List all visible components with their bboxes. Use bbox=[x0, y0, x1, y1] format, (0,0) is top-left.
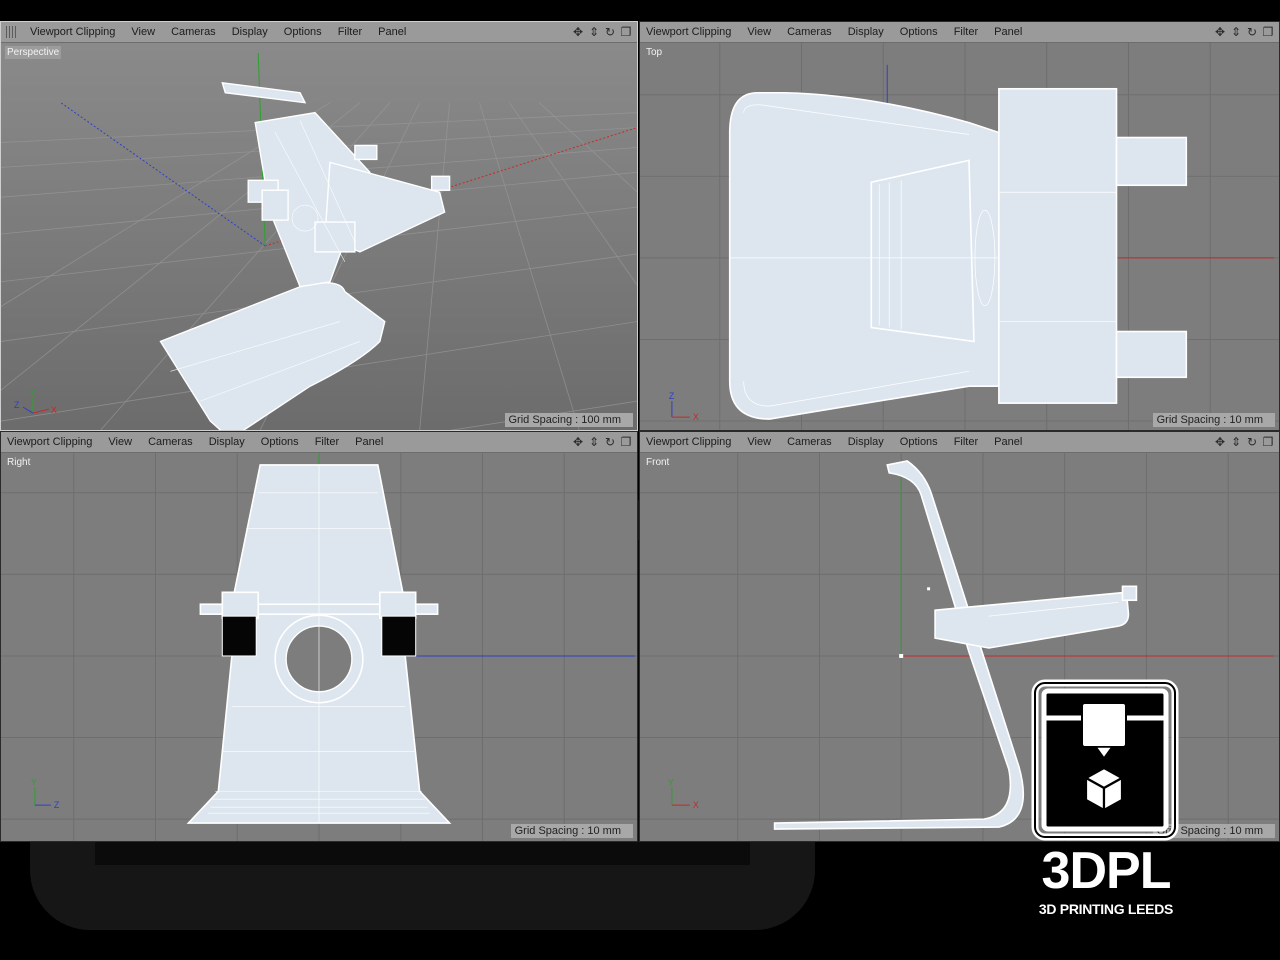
panel-grip-icon[interactable] bbox=[6, 26, 18, 38]
dolly-view-icon[interactable]: ⇕ bbox=[1229, 435, 1243, 449]
menu-options[interactable]: Options bbox=[892, 436, 946, 448]
maximize-view-icon[interactable]: ❐ bbox=[619, 25, 633, 39]
menu-panel[interactable]: Panel bbox=[347, 436, 391, 448]
gizmo-z-label: Z bbox=[14, 400, 20, 410]
viewport-name-label: Perspective bbox=[5, 46, 62, 59]
menu-viewport-clipping[interactable]: Viewport Clipping bbox=[640, 26, 739, 38]
top-viewport[interactable]: Viewport Clipping View Cameras Display O… bbox=[639, 21, 1280, 431]
menu-viewport-clipping[interactable]: Viewport Clipping bbox=[1, 436, 100, 448]
viewport-canvas[interactable]: Y Z bbox=[1, 453, 637, 841]
gizmo-z-label: Z bbox=[54, 800, 60, 810]
top-scene: Z X bbox=[640, 43, 1279, 430]
grid-spacing-readout: Grid Spacing : 10 mm bbox=[1152, 413, 1275, 427]
gizmo-x-label: X bbox=[51, 405, 57, 415]
menu-cameras[interactable]: Cameras bbox=[779, 26, 840, 38]
menu-viewport-clipping[interactable]: Viewport Clipping bbox=[640, 436, 739, 448]
brand-subtitle: 3D PRINTING LEEDS bbox=[1038, 901, 1174, 917]
3d-printer-icon bbox=[1031, 679, 1179, 841]
menu-display[interactable]: Display bbox=[840, 26, 892, 38]
rotate-view-icon[interactable]: ↻ bbox=[1245, 435, 1259, 449]
menu-display[interactable]: Display bbox=[224, 26, 276, 38]
perspective-scene: Y X Z bbox=[1, 43, 637, 430]
move-view-icon[interactable]: ✥ bbox=[1213, 435, 1227, 449]
move-view-icon[interactable]: ✥ bbox=[571, 435, 585, 449]
dolly-view-icon[interactable]: ⇕ bbox=[587, 25, 601, 39]
viewport-menubar: Viewport Clipping View Cameras Display O… bbox=[640, 22, 1279, 43]
viewport-canvas[interactable]: Y X Z bbox=[1, 43, 637, 430]
rotate-view-icon[interactable]: ↻ bbox=[603, 435, 617, 449]
dolly-view-icon[interactable]: ⇕ bbox=[1229, 25, 1243, 39]
maximize-view-icon[interactable]: ❐ bbox=[1261, 25, 1275, 39]
menu-view[interactable]: View bbox=[739, 436, 779, 448]
axis-gizmo: Z X bbox=[669, 391, 699, 422]
move-view-icon[interactable]: ✥ bbox=[571, 25, 585, 39]
menu-display[interactable]: Display bbox=[840, 436, 892, 448]
grid-spacing-readout: Grid Spacing : 10 mm bbox=[510, 824, 633, 838]
menu-view[interactable]: View bbox=[100, 436, 140, 448]
dolly-view-icon[interactable]: ⇕ bbox=[587, 435, 601, 449]
maximize-view-icon[interactable]: ❐ bbox=[619, 435, 633, 449]
menu-filter[interactable]: Filter bbox=[946, 26, 986, 38]
menu-filter[interactable]: Filter bbox=[307, 436, 347, 448]
menu-cameras[interactable]: Cameras bbox=[140, 436, 201, 448]
viewport-name-label: Front bbox=[646, 457, 670, 468]
menu-filter[interactable]: Filter bbox=[330, 26, 370, 38]
menu-panel[interactable]: Panel bbox=[370, 26, 414, 38]
menu-options[interactable]: Options bbox=[892, 26, 946, 38]
menu-panel[interactable]: Panel bbox=[986, 436, 1030, 448]
maximize-view-icon[interactable]: ❐ bbox=[1261, 435, 1275, 449]
gizmo-x-label: X bbox=[693, 412, 699, 422]
stand-model bbox=[728, 87, 1188, 420]
grid-spacing-readout: Grid Spacing : 100 mm bbox=[504, 413, 633, 427]
menu-filter[interactable]: Filter bbox=[946, 436, 986, 448]
right-viewport[interactable]: Viewport Clipping View Cameras Display O… bbox=[0, 431, 638, 842]
brand-logo: 3DPL 3D PRINTING LEEDS bbox=[1026, 676, 1186, 926]
menu-view[interactable]: View bbox=[739, 26, 779, 38]
gizmo-z-label: Z bbox=[669, 391, 675, 401]
move-view-icon[interactable]: ✥ bbox=[1213, 25, 1227, 39]
rotate-view-icon[interactable]: ↻ bbox=[603, 25, 617, 39]
menu-options[interactable]: Options bbox=[253, 436, 307, 448]
viewport-name-label: Top bbox=[646, 47, 663, 58]
viewport-canvas[interactable]: Z X bbox=[640, 43, 1279, 430]
gizmo-y-label: Y bbox=[668, 777, 674, 787]
menu-options[interactable]: Options bbox=[276, 26, 330, 38]
right-scene: Y Z bbox=[1, 453, 637, 841]
menu-panel[interactable]: Panel bbox=[986, 26, 1030, 38]
menu-cameras[interactable]: Cameras bbox=[163, 26, 224, 38]
viewport-name-label: Right bbox=[7, 457, 31, 468]
brand-title: 3DPL bbox=[1041, 842, 1172, 900]
viewport-menubar: Viewport Clipping View Cameras Display O… bbox=[1, 432, 637, 453]
menu-cameras[interactable]: Cameras bbox=[779, 436, 840, 448]
menu-viewport-clipping[interactable]: Viewport Clipping bbox=[22, 26, 123, 38]
viewport-menubar: Viewport Clipping View Cameras Display O… bbox=[1, 22, 637, 43]
menu-display[interactable]: Display bbox=[201, 436, 253, 448]
viewport-menubar: Viewport Clipping View Cameras Display O… bbox=[640, 432, 1279, 453]
rotate-view-icon[interactable]: ↻ bbox=[1245, 25, 1259, 39]
perspective-viewport[interactable]: Viewport Clipping View Cameras Display O… bbox=[0, 21, 638, 431]
gizmo-x-label: X bbox=[693, 800, 699, 810]
menu-view[interactable]: View bbox=[123, 26, 163, 38]
gizmo-y-label: Y bbox=[30, 388, 36, 398]
axis-gizmo: Y X bbox=[668, 777, 699, 810]
gizmo-y-label: Y bbox=[31, 777, 37, 787]
axis-gizmo: Y Z bbox=[31, 777, 60, 810]
